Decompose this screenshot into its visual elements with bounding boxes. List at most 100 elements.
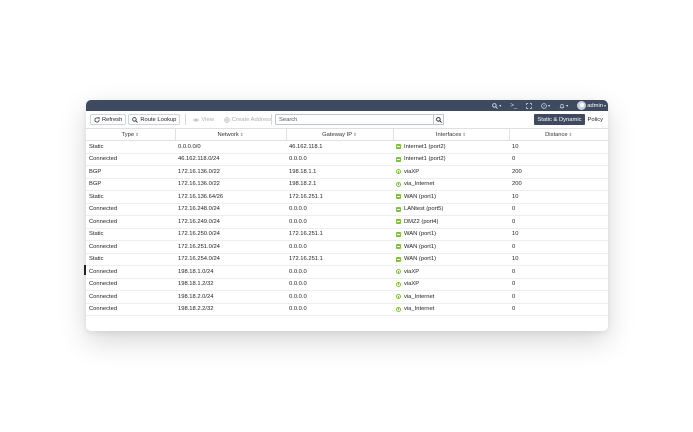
create-address-button[interactable]: Create Address: [219, 114, 276, 125]
refresh-icon: [94, 116, 100, 122]
search-icon: [435, 116, 442, 123]
cell-network: 172.16.254.0/24: [175, 253, 286, 266]
table-row[interactable]: Connected 198.18.2.0/24 0.0.0.0 via_Interne…: [86, 290, 608, 304]
cell-interface: LANtest (port5): [393, 203, 509, 216]
cell-gateway-ip: 0.0.0.0: [286, 290, 393, 304]
user-menu[interactable]: admin ▾: [577, 101, 606, 110]
table-row[interactable]: Connected 172.16.248.0/24 0.0.0.0 LANtest (…: [86, 203, 608, 216]
interface-label: DMZ2 (port4): [404, 218, 439, 225]
view-button[interactable]: View: [189, 114, 218, 125]
cell-type: Connected: [86, 215, 175, 229]
search-icon[interactable]: ▾: [492, 102, 501, 109]
cell-interface: viaXP: [393, 278, 509, 291]
fullscreen-icon[interactable]: [526, 102, 532, 109]
add-address-icon: [224, 116, 230, 123]
table-row[interactable]: Connected 172.16.251.0/24 0.0.0.0 WAN (port…: [86, 240, 608, 254]
table-row[interactable]: Static 0.0.0.0/0 46.162.118.1 Internet1 (po…: [86, 140, 608, 154]
table-row[interactable]: Connected 46.162.118.0/24 0.0.0.0 Internet1…: [86, 153, 608, 166]
table-row[interactable]: Static 172.16.254.0/24 172.16.251.1 WAN (po…: [86, 253, 608, 266]
cell-gateway-ip: 0.0.0.0: [286, 303, 393, 316]
cell-gateway-ip: 172.16.251.1: [286, 190, 393, 204]
chevron-down-icon: ▾: [603, 103, 606, 108]
table-row[interactable]: Connected 198.18.1.2/32 0.0.0.0 viaXP 0: [86, 278, 608, 291]
divider: [185, 114, 187, 125]
cell-interface: DMZ2 (port4): [393, 215, 509, 229]
vpn-tunnel-icon: [396, 294, 401, 300]
cell-interface: viaXP: [393, 165, 509, 179]
interface-label: Internet1 (port2): [404, 143, 446, 150]
route-lookup-label: Route Lookup: [140, 116, 177, 123]
cell-distance: 0: [509, 215, 608, 229]
search-icon: [132, 116, 139, 123]
column-header-gateway-ip[interactable]: Gateway IP⇕: [286, 128, 394, 141]
vpn-tunnel-icon: [396, 181, 401, 187]
vpn-tunnel-icon: [396, 306, 401, 312]
refresh-label: Refresh: [102, 116, 123, 123]
cell-type: Connected: [86, 278, 175, 291]
search-button[interactable]: [434, 114, 444, 125]
interface-label: LANtest (port5): [404, 206, 444, 213]
cell-network: 198.18.2.0/24: [175, 290, 286, 304]
cell-network: 172.16.136.0/22: [175, 165, 286, 179]
table-row[interactable]: BGP 172.16.136.0/22 198.18.1.1 viaXP 200: [86, 165, 608, 179]
bell-icon[interactable]: ▾: [559, 103, 568, 109]
cell-distance: 0: [509, 278, 608, 291]
interface-label: WAN (port1): [404, 256, 436, 263]
cell-network: 172.16.136.64/26: [175, 190, 286, 204]
column-header-distance[interactable]: Distance⇕: [509, 128, 608, 141]
cell-distance: 0: [509, 265, 608, 279]
terminal-icon[interactable]: >_: [510, 103, 517, 109]
cell-distance: 200: [509, 165, 608, 179]
cell-interface: WAN (port1): [393, 228, 509, 241]
table-row[interactable]: Connected 172.16.249.0/24 0.0.0.0 DMZ2 (por…: [86, 215, 608, 229]
cell-interface: Internet1 (port2): [393, 153, 509, 166]
refresh-button[interactable]: Refresh: [90, 114, 127, 125]
column-header-type[interactable]: Type⇕: [86, 128, 176, 141]
cell-gateway-ip: 0.0.0.0: [286, 265, 393, 279]
cell-distance: 10: [509, 228, 608, 241]
cell-interface: via_Internet: [393, 303, 509, 316]
help-icon[interactable]: ? ▾: [541, 102, 550, 109]
vpn-tunnel-icon: [396, 269, 401, 275]
cell-network: 0.0.0.0/0: [175, 140, 286, 154]
interface-label: viaXP: [404, 168, 420, 175]
eye-icon: [193, 118, 200, 121]
cell-distance: 0: [509, 290, 608, 304]
cell-network: 198.18.1.2/32: [175, 278, 286, 291]
cell-type: Static: [86, 140, 175, 154]
table-row[interactable]: Static 172.16.250.0/24 172.16.251.1 WAN (po…: [86, 228, 608, 241]
port-icon: [396, 256, 401, 262]
toolbar: Refresh Route Lookup View Create Address…: [86, 111, 608, 128]
routing-monitor-window: ▾ >_ ? ▾ ▾ admin ▾ Refresh Route Lookup …: [86, 100, 608, 331]
cell-gateway-ip: 172.16.251.1: [286, 253, 393, 266]
cell-distance: 10: [509, 140, 608, 154]
cell-interface: viaXP: [393, 265, 509, 279]
interface-label: via_Internet: [404, 293, 435, 300]
cell-gateway-ip: 0.0.0.0: [286, 215, 393, 229]
cell-distance: 0: [509, 203, 608, 216]
table-row[interactable]: BGP 172.16.136.0/22 198.18.2.1 via_Internet…: [86, 178, 608, 191]
top-navigation-bar: ▾ >_ ? ▾ ▾ admin ▾: [86, 100, 608, 111]
table-row[interactable]: Connected 198.18.1.0/24 0.0.0.0 viaXP 0: [86, 265, 608, 279]
interface-label: via_Internet: [404, 181, 435, 188]
port-icon: [396, 231, 401, 237]
search-input[interactable]: Search: [275, 114, 434, 125]
view-label: View: [201, 116, 214, 123]
tab-static-dynamic[interactable]: Static & Dynamic: [534, 114, 585, 125]
column-header-interfaces[interactable]: Interfaces⇕: [393, 128, 510, 141]
column-header-network[interactable]: Network⇕: [175, 128, 287, 141]
port-icon: [396, 144, 401, 150]
route-lookup-button[interactable]: Route Lookup: [128, 114, 181, 125]
sort-icon: ⇕: [353, 131, 357, 137]
view-tabs: Static & Dynamic Policy: [534, 114, 606, 125]
interface-label: viaXP: [404, 268, 420, 275]
cell-type: Connected: [86, 240, 175, 254]
svg-text:?: ?: [543, 104, 545, 108]
port-icon: [396, 194, 401, 200]
tab-policy[interactable]: Policy: [585, 114, 606, 125]
table-row[interactable]: Connected 198.18.2.2/32 0.0.0.0 via_Interne…: [86, 303, 608, 316]
cell-type: Connected: [86, 303, 175, 316]
divider: [271, 114, 272, 125]
cell-interface: WAN (port1): [393, 240, 509, 254]
table-row[interactable]: Static 172.16.136.64/26 172.16.251.1 WAN (p…: [86, 190, 608, 204]
